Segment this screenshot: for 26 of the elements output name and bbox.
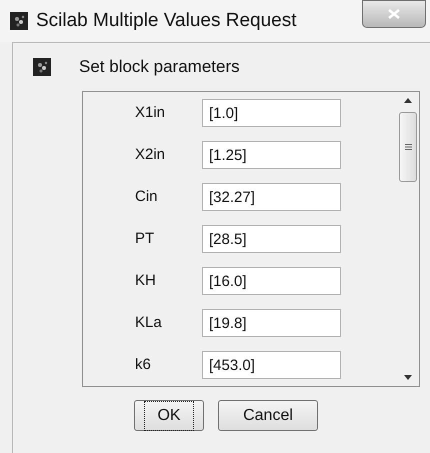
value-field[interactable]: [28.5] [202, 225, 341, 253]
field-label: X1in [135, 102, 166, 123]
value-field[interactable]: [32.27] [202, 183, 341, 211]
value-field[interactable]: [453.0] [202, 351, 341, 379]
window-title: Scilab Multiple Values Request [36, 8, 297, 33]
value-field[interactable]: [16.0] [202, 267, 341, 295]
value-field[interactable]: [1.0] [202, 99, 341, 127]
scroll-up-icon [404, 98, 412, 103]
app-icon [10, 12, 28, 30]
field-label: KLa [135, 312, 163, 333]
field-label: KH [135, 270, 157, 291]
value-field[interactable]: [19.8] [202, 309, 341, 337]
field-label: PT [135, 228, 156, 249]
scroll-thumb[interactable] [399, 112, 417, 182]
dialog-button[interactable]: OK [134, 400, 204, 431]
field-label: k6 [135, 354, 152, 375]
value-field[interactable]: [1.25] [202, 141, 341, 169]
dialog-button[interactable]: Cancel [218, 400, 318, 431]
block-icon [33, 58, 51, 76]
close-icon [388, 9, 400, 19]
close-button[interactable] [362, 0, 426, 28]
grip-icon [404, 144, 412, 150]
field-label: X2in [135, 144, 166, 165]
field-label: Cin [135, 186, 159, 207]
scroll-down-icon [404, 375, 412, 380]
dialog-heading: Set block parameters [79, 56, 240, 78]
